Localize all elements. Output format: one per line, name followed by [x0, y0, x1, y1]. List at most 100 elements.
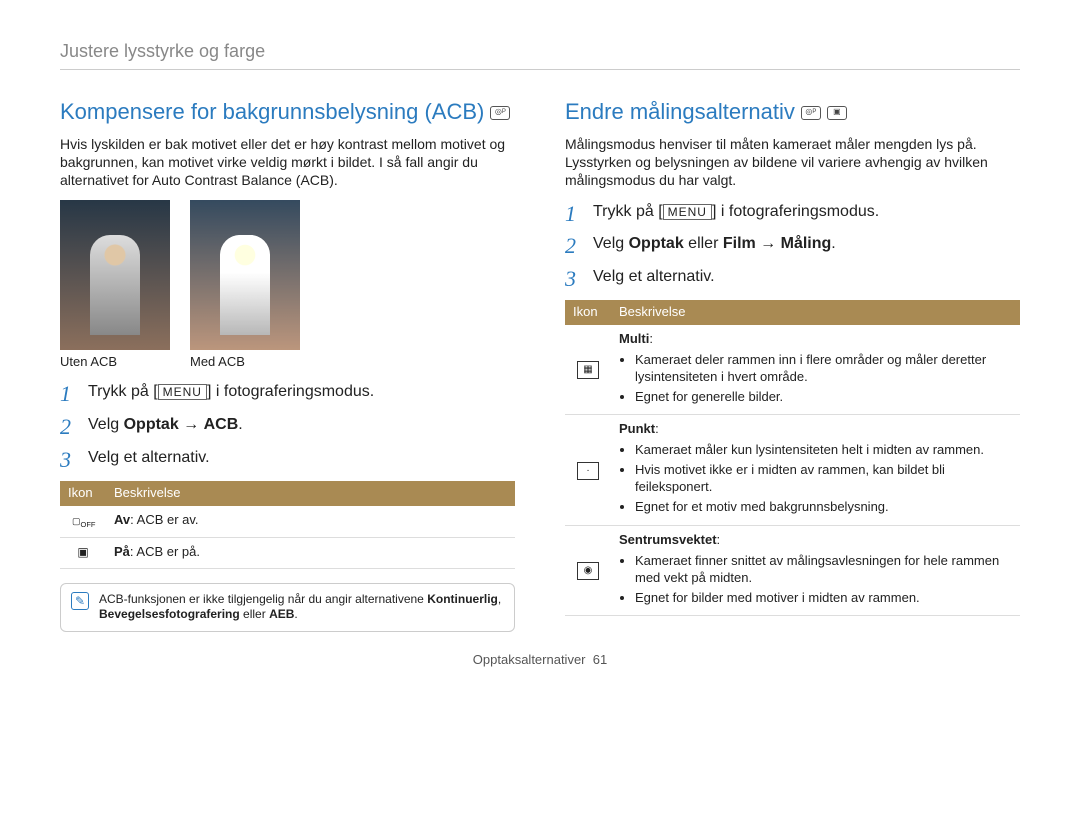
text: ,	[498, 592, 501, 606]
menu-button-label: MENU	[158, 384, 207, 400]
meter-center-icon: ◉	[577, 562, 599, 580]
meter-spot-icon: ·	[577, 462, 599, 480]
metering-intro: Målingsmodus henviser til måten kameraet…	[565, 135, 1020, 190]
acb-intro: Hvis lyskilden er bak motivet eller det …	[60, 135, 515, 190]
th-desc: Beskrivelse	[106, 481, 515, 506]
left-column: Kompensere for bakgrunnsbelysning (ACB) …	[60, 98, 515, 632]
list-item: Hvis motivet ikke er i midten av rammen,…	[635, 462, 1012, 496]
metering-table: Ikon Beskrivelse ▦ Multi: Kameraet deler…	[565, 300, 1020, 616]
list-item: Egnet for generelle bilder.	[635, 389, 1012, 406]
acb-step-1: Trykk på [MENU] i fotograferingsmodus.	[60, 382, 515, 403]
text: På	[114, 544, 130, 559]
text: Av	[114, 512, 130, 527]
text: Trykk på [	[88, 383, 158, 400]
text: : ACB er av.	[130, 512, 198, 527]
meter-spot-icon-cell: ·	[565, 415, 611, 525]
photo-light-icon	[190, 200, 300, 350]
acb-step-2: Velg Opptak → ACB.	[60, 415, 515, 436]
table-row: ▦ Multi: Kameraet deler rammen inn i fle…	[565, 325, 1020, 415]
metering-steps: Trykk på [MENU] i fotograferingsmodus. V…	[565, 202, 1020, 288]
caption-without: Uten ACB	[60, 354, 170, 371]
acb-off-icon: ▢OFF	[72, 513, 94, 531]
text: Opptak	[629, 235, 684, 252]
text: : ACB er på.	[130, 544, 200, 559]
camera-p-icon: ◎P	[490, 106, 510, 120]
text: Kontinuerlig	[427, 592, 498, 606]
table-header-row: Ikon Beskrivelse	[60, 481, 515, 506]
footer-page: 61	[593, 652, 607, 667]
acb-off-desc: Av: ACB er av.	[106, 506, 515, 538]
list-item: Kameraet deler rammen inn i flere område…	[635, 352, 1012, 386]
meter-spot-desc: Punkt: Kameraet måler kun lysintensitete…	[611, 415, 1020, 525]
thumb-without-acb: Uten ACB	[60, 200, 170, 371]
meter-multi-icon-cell: ▦	[565, 325, 611, 415]
metering-step-1: Trykk på [MENU] i fotograferingsmodus.	[565, 202, 1020, 223]
text: Måling	[781, 235, 832, 252]
table-row: ▢OFF Av: ACB er av.	[60, 506, 515, 538]
text: Punkt	[619, 421, 655, 436]
meter-multi-desc: Multi: Kameraet deler rammen inn i flere…	[611, 325, 1020, 415]
list-item: Egnet for et motiv med bakgrunnsbelysnin…	[635, 499, 1012, 516]
text: .	[238, 416, 242, 433]
metering-heading-text: Endre målingsalternativ	[565, 98, 795, 127]
acb-note: ✎ ACB-funksjonen er ikke tilgjengelig nå…	[60, 583, 515, 632]
content-columns: Kompensere for bakgrunnsbelysning (ACB) …	[60, 98, 1020, 632]
text: →	[756, 235, 781, 252]
table-row: · Punkt: Kameraet måler kun lysintensite…	[565, 415, 1020, 525]
text: Velg	[593, 235, 629, 252]
th-icon: Ikon	[60, 481, 106, 506]
acb-off-icon-cell: ▢OFF	[60, 506, 106, 538]
text: AEB	[269, 607, 294, 621]
acb-heading: Kompensere for bakgrunnsbelysning (ACB) …	[60, 98, 515, 127]
text: ACB-funksjonen er ikke tilgjengelig når …	[99, 592, 427, 606]
caption-with: Med ACB	[190, 354, 300, 371]
camera-p-icon: ◎P	[801, 106, 821, 120]
meter-center-desc: Sentrumsvektet: Kameraet finner snittet …	[611, 525, 1020, 616]
acb-step-3: Velg et alternativ.	[60, 448, 515, 469]
info-icon: ✎	[71, 592, 89, 610]
bullet-list: Kameraet deler rammen inn i flere område…	[619, 352, 1012, 406]
text: Opptak	[124, 416, 179, 433]
acb-heading-text: Kompensere for bakgrunnsbelysning (ACB)	[60, 98, 484, 127]
meter-multi-icon: ▦	[577, 361, 599, 379]
text: Sentrumsvektet	[619, 532, 717, 547]
metering-step-3: Velg et alternativ.	[565, 267, 1020, 288]
text: Bevegelsesfotografering	[99, 607, 240, 621]
meter-center-icon-cell: ◉	[565, 525, 611, 616]
acb-thumbnails: Uten ACB Med ACB	[60, 200, 515, 371]
text: eller	[240, 607, 269, 621]
photo-dark-icon	[60, 200, 170, 350]
table-row: ▣ På: ACB er på.	[60, 537, 515, 568]
table-header-row: Ikon Beskrivelse	[565, 300, 1020, 325]
metering-step-2: Velg Opptak eller Film → Måling.	[565, 234, 1020, 255]
menu-button-label: MENU	[663, 204, 712, 220]
list-item: Kameraet finner snittet av målingsavlesn…	[635, 553, 1012, 587]
acb-steps: Trykk på [MENU] i fotograferingsmodus. V…	[60, 382, 515, 468]
video-icon: ▣	[827, 106, 847, 120]
note-text: ACB-funksjonen er ikke tilgjengelig når …	[99, 592, 504, 623]
bullet-list: Kameraet måler kun lysintensiteten helt …	[619, 442, 1012, 516]
text: Multi	[619, 331, 649, 346]
list-item: Kameraet måler kun lysintensiteten helt …	[635, 442, 1012, 459]
acb-on-desc: På: ACB er på.	[106, 537, 515, 568]
acb-on-icon: ▣	[72, 544, 94, 562]
text: →	[179, 416, 204, 433]
list-item: Egnet for bilder med motiver i midten av…	[635, 590, 1012, 607]
text: ACB	[204, 416, 239, 433]
thumb-with-acb: Med ACB	[190, 200, 300, 371]
text: ] i fotograferingsmodus.	[712, 203, 879, 220]
th-desc: Beskrivelse	[611, 300, 1020, 325]
text: .	[831, 235, 835, 252]
breadcrumb: Justere lysstyrke og farge	[60, 40, 1020, 70]
page-footer: Opptaksalternativer 61	[60, 652, 1020, 669]
th-icon: Ikon	[565, 300, 611, 325]
bullet-list: Kameraet finner snittet av målingsavlesn…	[619, 553, 1012, 607]
table-row: ◉ Sentrumsvektet: Kameraet finner snitte…	[565, 525, 1020, 616]
text: .	[294, 607, 297, 621]
acb-table: Ikon Beskrivelse ▢OFF Av: ACB er av. ▣ P…	[60, 481, 515, 569]
right-column: Endre målingsalternativ ◎P ▣ Målingsmodu…	[565, 98, 1020, 632]
metering-heading: Endre målingsalternativ ◎P ▣	[565, 98, 1020, 127]
text: Film	[723, 235, 756, 252]
text: ] i fotograferingsmodus.	[207, 383, 374, 400]
text: Trykk på [	[593, 203, 663, 220]
